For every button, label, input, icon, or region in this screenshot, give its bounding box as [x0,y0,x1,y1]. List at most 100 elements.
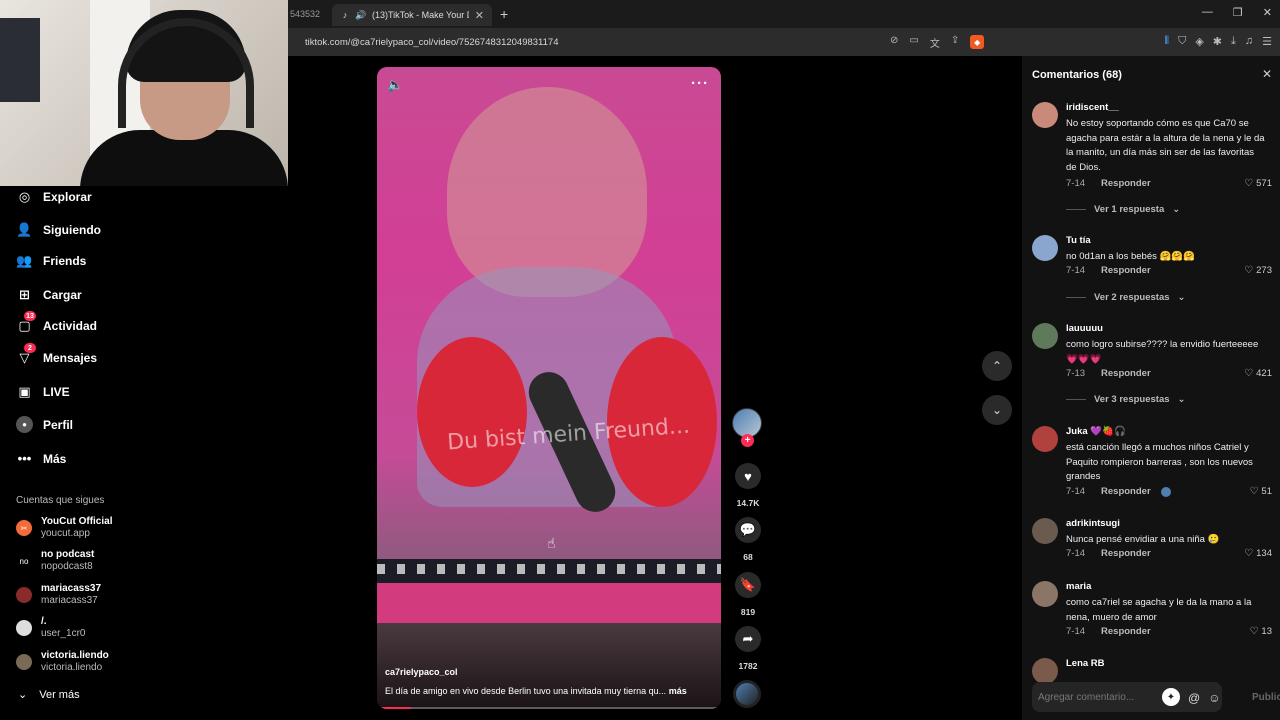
comment-input-icons: ✦ @ ☺ [1162,688,1220,706]
view-replies[interactable]: Ver 2 respuestas ⌄ [1066,292,1186,303]
post-comment-button[interactable]: Publicar [1252,692,1280,703]
comment-username[interactable]: Lena RB [1066,658,1105,669]
followed-account[interactable]: mariacass37 mariacass37 [16,583,101,607]
see-more-link[interactable]: ⌄ Ver más [18,688,80,702]
share-icon[interactable]: ⇪ [951,35,959,50]
comment-button[interactable]: 💬 [735,517,761,543]
emoji-icon[interactable]: ☺ [1208,691,1220,706]
reply-button[interactable]: Responder [1101,368,1151,379]
followed-account[interactable]: ✂ YouCut Official youcut.app [16,516,112,540]
minimize-icon[interactable]: — [1202,6,1213,19]
comments-panel: Comentarios (68) ✕ iridiscent__ No estoy… [1022,56,1280,720]
avatar[interactable] [1032,518,1058,544]
comment-like[interactable]: ♡ 421 [1244,368,1272,379]
cast-icon[interactable]: ▭ [909,35,918,50]
previous-video-button[interactable]: ⌃ [982,351,1012,381]
heart-outline-icon: ♡ [1244,368,1254,379]
video-author[interactable]: ca7rielypaco_col [385,667,458,677]
tab-audio-icon[interactable]: 🔊 [355,10,366,20]
close-comments-icon[interactable]: ✕ [1262,67,1272,81]
video-progress-bar[interactable] [377,707,721,709]
reply-button[interactable]: Responder [1101,178,1151,189]
vpn-shield-icon[interactable]: ⛉ [1178,35,1186,48]
comment-username[interactable]: lauuuuu [1066,323,1103,334]
new-tab-button[interactable]: + [500,6,508,22]
view-replies[interactable]: Ver 3 respuestas ⌄ [1066,394,1186,405]
next-video-button[interactable]: ⌄ [982,395,1012,425]
brave-shield-icon[interactable]: ◆ [970,35,985,49]
menu-icon[interactable]: ☰ [1262,35,1272,48]
comment-username[interactable]: adrikintsugi [1066,518,1120,529]
nav-live[interactable]: ▣ LIVE [16,383,69,400]
download-icon[interactable]: ⤓ [1231,35,1236,48]
comment-like[interactable]: ♡ 51 [1249,486,1272,497]
comment-username[interactable]: Tu tía [1066,235,1091,246]
avatar[interactable] [1032,426,1058,452]
audio-wave-icon[interactable]: ⦀ [1164,35,1169,48]
share-count: 1782 [738,661,758,671]
heart-icon: ♥ [744,468,752,484]
mouse-cursor-icon: ☝ [547,535,556,551]
followed-account[interactable]: victoria.liendo victoria.liendo [16,650,109,674]
description-more-link[interactable]: más [669,686,687,696]
video-frame-glove-left [417,337,527,487]
comment-like[interactable]: ♡ 13 [1249,626,1272,637]
avatar[interactable] [1032,658,1058,684]
comment-username[interactable]: Juka 💜🍓🎧 [1066,426,1126,437]
music-disc-icon[interactable] [733,680,761,708]
reply-button[interactable]: Responder [1101,265,1151,276]
active-tab[interactable]: ♪ 🔊 (13)TikTok - Make Your Day ✕ [332,4,492,26]
view-replies[interactable]: Ver 1 respuesta ⌄ [1066,204,1180,215]
avatar[interactable] [1032,323,1058,349]
chevron-down-icon: ⌄ [18,689,28,701]
video-description: El día de amigo en vivo desde Berlin tuv… [385,686,687,696]
comment-username[interactable]: iridiscent__ [1066,102,1119,113]
creator-liked-avatar [1160,487,1171,497]
url-text[interactable]: tiktok.com/@ca7rielypaco_col/video/75267… [305,37,558,48]
share-button[interactable]: ➦ [735,626,761,652]
comment-like[interactable]: ♡ 571 [1244,178,1272,189]
extensions-icon[interactable]: ✱ [1213,35,1222,48]
volume-icon[interactable]: 🔈 [387,77,403,93]
nav-mensajes[interactable]: ▽ 2 Mensajes [16,343,97,366]
mention-icon[interactable]: @ [1188,691,1200,706]
nav-friends[interactable]: 👥 Friends [16,252,86,269]
nav-explorar[interactable]: ◎ Explorar [16,188,92,205]
reply-button[interactable]: Responder [1101,486,1151,497]
wallet-icon[interactable]: ◈ [1195,35,1203,48]
comment-bubble-icon: 💬 [739,522,757,537]
avatar[interactable] [1032,235,1058,261]
avatar[interactable] [1032,581,1058,607]
no-camera-icon[interactable]: ⊘ [890,35,898,50]
nav-mas[interactable]: ••• Más [16,450,67,467]
save-button[interactable]: 🔖 [735,572,761,598]
followed-account[interactable]: /. user_1cr0 [16,616,85,640]
like-button[interactable]: ♥ [735,463,761,489]
reply-button[interactable]: Responder [1101,626,1151,637]
nav-cargar[interactable]: ⊞ Cargar [16,286,82,303]
nav-siguiendo[interactable]: 👤 Siguiendo [16,221,101,238]
tab-close-icon[interactable]: ✕ [475,9,484,22]
more-options-icon[interactable]: ··· [691,75,709,92]
comment-like[interactable]: ♡ 273 [1244,265,1272,276]
avatar [16,587,32,603]
window-close-icon[interactable]: ✕ [1263,6,1272,19]
comment-input[interactable]: Agregar comentario... ✦ @ ☺ [1032,682,1222,712]
video-player[interactable]: Du bist mein Freund... 🔈 ··· ca7rielypac… [377,67,721,709]
previous-tab[interactable]: 543532 [288,0,328,28]
like-count: 14.7K [736,498,760,508]
comment-text: no 0d1an a los bebés 🤗🤗🤗 [1066,251,1195,262]
follow-plus-icon[interactable]: + [741,434,754,447]
translate-icon[interactable]: 文 [930,35,940,50]
reply-button[interactable]: Responder [1101,548,1151,559]
address-bar[interactable]: tiktok.com/@ca7rielypaco_col/video/75267… [288,28,1280,56]
restore-icon[interactable]: ❐ [1233,6,1243,19]
avatar[interactable] [1032,102,1058,128]
comment-like[interactable]: ♡ 134 [1244,548,1272,559]
ai-assist-icon[interactable]: ✦ [1162,688,1180,706]
nav-perfil[interactable]: ● Perfil [16,416,73,433]
media-icon[interactable]: ♫ [1245,35,1253,48]
nav-actividad[interactable]: ▢ 13 Actividad [16,311,97,334]
comment-username[interactable]: maria [1066,581,1091,592]
followed-account[interactable]: no no podcast nopodcast8 [16,549,94,573]
